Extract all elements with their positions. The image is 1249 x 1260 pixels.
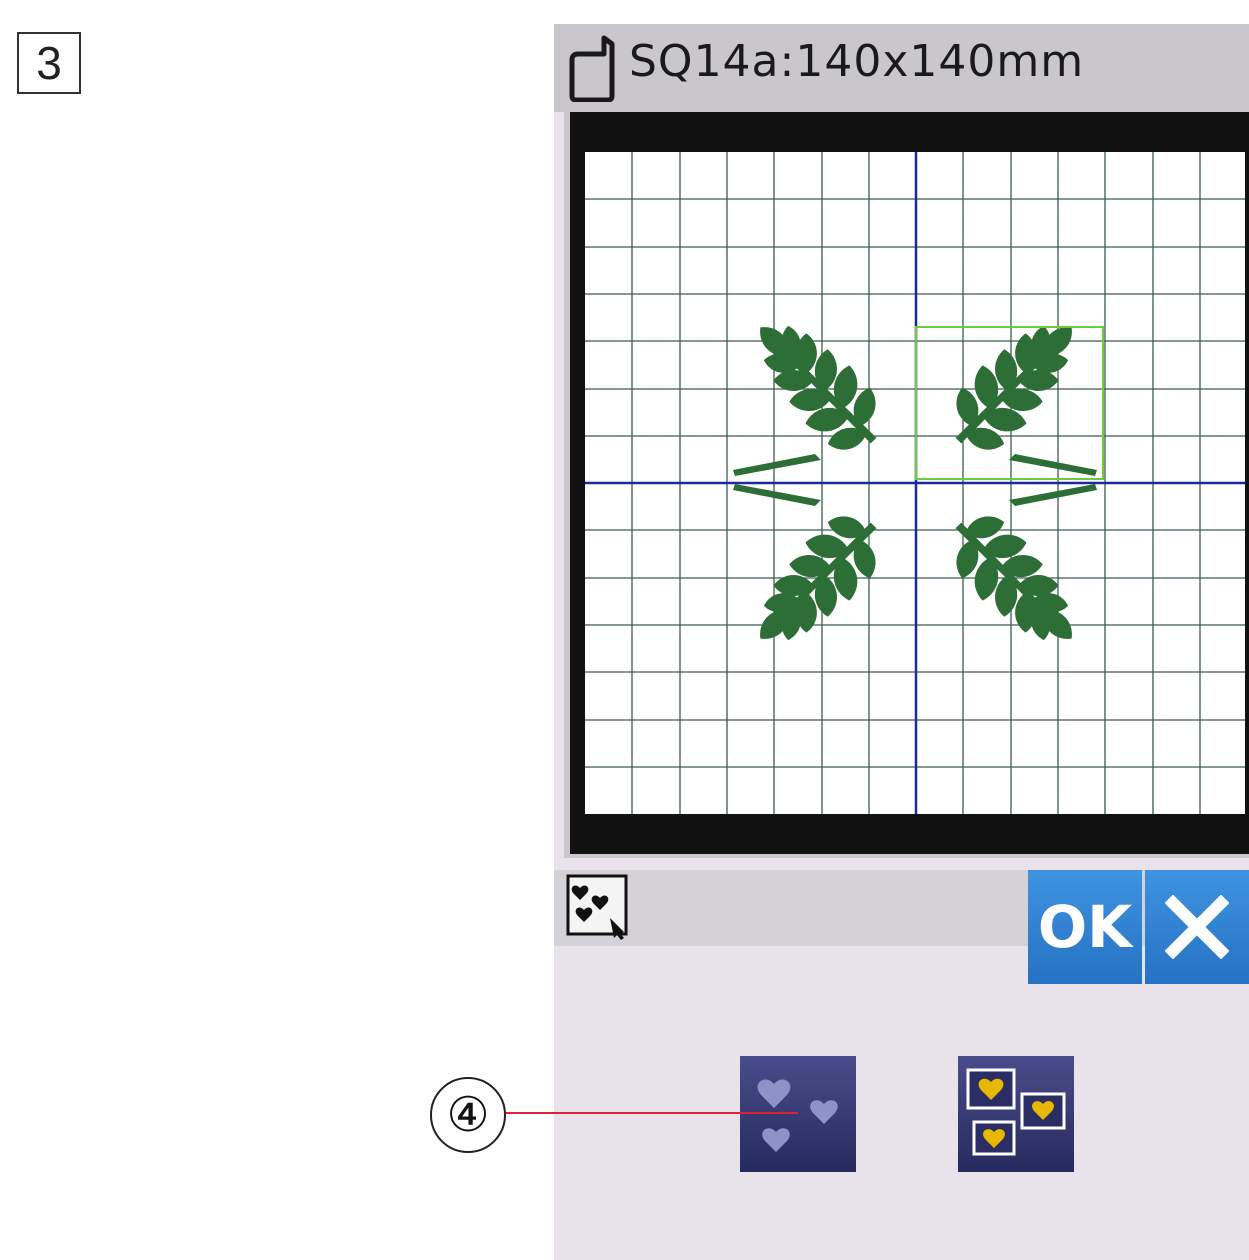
ok-button[interactable]: OK xyxy=(1028,870,1142,984)
select-all-button[interactable] xyxy=(740,1056,856,1172)
hoop-size-title: SQ14a:140x140mm xyxy=(629,36,1085,87)
step-number: 3 xyxy=(36,37,62,89)
select-each-hearts-icon xyxy=(966,1068,1066,1156)
machine-screen: SQ14a:140x140mm OK xyxy=(554,24,1249,1260)
callout-number: ④ xyxy=(430,1077,506,1153)
callout-leader-line xyxy=(506,1112,798,1114)
multi-heart-select-icon[interactable] xyxy=(566,874,630,940)
step-number-box: 3 xyxy=(17,32,81,94)
select-each-button[interactable] xyxy=(958,1056,1074,1172)
hoop-frame xyxy=(570,112,1249,854)
design-canvas[interactable] xyxy=(585,152,1245,814)
hoop-area xyxy=(564,112,1249,858)
hoop-icon xyxy=(569,35,615,102)
cancel-button[interactable] xyxy=(1145,870,1249,984)
select-all-hearts-icon xyxy=(757,1079,838,1152)
close-icon xyxy=(1165,895,1229,959)
title-bar: SQ14a:140x140mm xyxy=(554,24,1249,112)
callout-label: ④ xyxy=(446,1087,490,1143)
